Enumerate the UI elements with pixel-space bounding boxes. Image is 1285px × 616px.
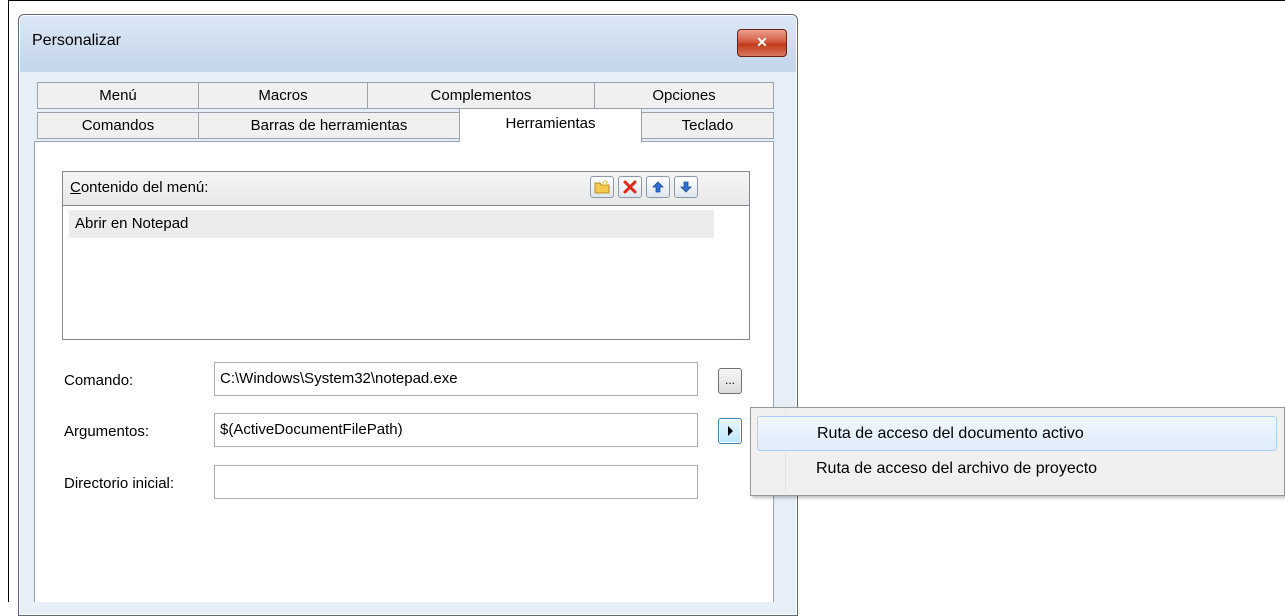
list-item[interactable]: Abrir en Notepad [69,210,714,238]
tab-complementos[interactable]: Complementos [367,82,595,109]
tab-label: Complementos [430,87,532,104]
initial-directory-label: Directorio inicial: [64,475,175,492]
tab-comandos[interactable]: Comandos [37,112,199,139]
menu-contents-panel: Contenido del menú: Abrir en Notepad [62,171,750,340]
arguments-label: Argumentos: [64,423,150,440]
command-field[interactable]: C:\Windows\System32\notepad.exe [214,362,698,396]
browse-button[interactable]: ... [718,368,742,394]
arguments-field[interactable]: $(ActiveDocumentFilePath) [214,413,698,447]
delete-item-button[interactable] [618,176,642,198]
window-title: Personalizar [32,32,121,49]
menu-item-active-document-path[interactable]: Ruta de acceso del documento activo [757,416,1277,451]
arguments-menu-button[interactable] [718,418,742,444]
close-icon: ✕ [756,34,768,50]
title-bar: Personalizar ✕ [20,16,796,72]
tab-menu[interactable]: Menú [37,82,199,109]
tab-label: Herramientas [505,115,596,132]
new-item-button[interactable] [590,176,614,198]
new-folder-icon [594,180,610,194]
delete-icon [623,180,637,194]
play-right-icon [728,426,733,436]
tab-barras-de-herramientas[interactable]: Barras de herramientas [198,112,460,139]
tab-opciones[interactable]: Opciones [594,82,774,109]
menu-item-project-file-path[interactable]: Ruta de acceso del archivo de proyecto [757,452,1277,487]
tab-label: Opciones [652,87,716,104]
tab-label: Comandos [81,117,155,134]
close-button[interactable]: ✕ [737,29,787,57]
move-down-icon [680,181,692,193]
tab-label: Teclado [681,117,734,134]
ellipsis-icon: ... [724,373,735,387]
tab-macros[interactable]: Macros [198,82,368,109]
tab-label: Macros [258,87,308,104]
tab-herramientas[interactable]: Herramientas [459,108,642,142]
menu-contents-header: Contenido del menú: [63,172,749,206]
move-up-button[interactable] [646,176,670,198]
screenshot-frame-left [8,0,9,602]
tab-label: Barras de herramientas [250,117,408,134]
initial-directory-field[interactable] [214,465,698,499]
move-up-icon [652,181,664,193]
screenshot-frame-top [8,0,1285,1]
arguments-context-menu: Ruta de acceso del documento activo Ruta… [750,407,1285,496]
tab-label: Menú [99,87,137,104]
move-down-button[interactable] [674,176,698,198]
tab-teclado[interactable]: Teclado [641,112,774,139]
menu-contents-label: Contenido del menú: [70,179,209,196]
command-label: Comando: [64,372,134,389]
